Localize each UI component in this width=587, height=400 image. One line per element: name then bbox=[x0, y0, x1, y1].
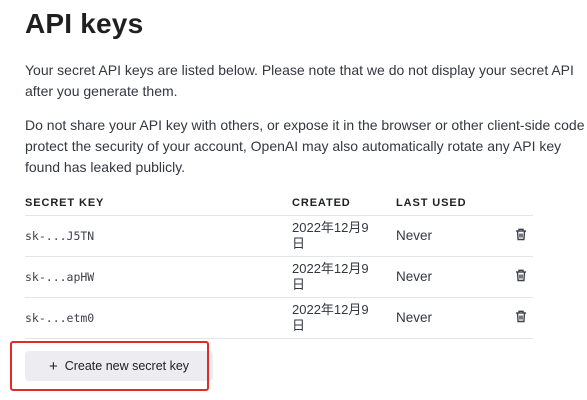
table-row: sk-...etm0 2022年12月9日 Never bbox=[25, 298, 533, 339]
last-used-value: Never bbox=[396, 269, 433, 284]
trash-icon[interactable] bbox=[513, 267, 529, 285]
secret-key-value: sk-...etm0 bbox=[25, 311, 95, 325]
header-last-used: LAST USED bbox=[396, 197, 467, 209]
intro-line-1: Your secret API keys are listed below. P… bbox=[25, 62, 574, 78]
header-created: CREATED bbox=[292, 197, 351, 209]
warning-text: Do not share your API key with others, o… bbox=[25, 115, 587, 178]
header-secret-key: SECRET KEY bbox=[25, 197, 105, 209]
warning-line-2: protect the security of your account, Op… bbox=[25, 138, 562, 154]
create-button-label: Create new secret key bbox=[64, 359, 190, 373]
trash-icon[interactable] bbox=[513, 308, 529, 326]
api-keys-table: SECRET KEY CREATED LAST USED sk-...J5TN … bbox=[25, 192, 533, 339]
table-header: SECRET KEY CREATED LAST USED bbox=[25, 192, 533, 216]
last-used-value: Never bbox=[396, 310, 433, 325]
trash-icon[interactable] bbox=[513, 226, 529, 244]
secret-key-value: sk-...apHW bbox=[25, 270, 95, 284]
plus-icon: + bbox=[48, 357, 58, 375]
last-used-value: Never bbox=[396, 228, 433, 243]
warning-line-1: Do not share your API key with others, o… bbox=[25, 117, 585, 133]
created-date: 2022年12月9日 bbox=[292, 302, 369, 333]
table-row: sk-...apHW 2022年12月9日 Never bbox=[25, 257, 533, 298]
created-date: 2022年12月9日 bbox=[292, 261, 369, 292]
warning-line-3: found has leaked publicly. bbox=[25, 159, 186, 175]
table-row: sk-...J5TN 2022年12月9日 Never bbox=[25, 216, 533, 257]
page-title: API keys bbox=[25, 8, 144, 39]
secret-key-value: sk-...J5TN bbox=[25, 229, 95, 243]
create-new-secret-key-button[interactable]: + Create new secret key bbox=[25, 351, 213, 381]
created-date: 2022年12月9日 bbox=[292, 220, 369, 251]
intro-text: Your secret API keys are listed below. P… bbox=[25, 60, 587, 102]
intro-line-2: after you generate them. bbox=[25, 83, 178, 99]
